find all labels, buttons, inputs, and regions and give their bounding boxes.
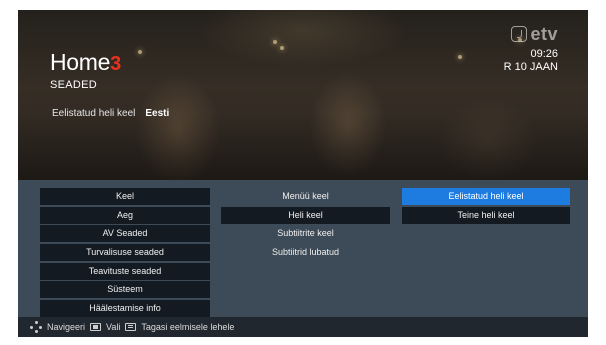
hint-navigate: Navigeeri [47, 322, 86, 332]
menu-item-heli-keel[interactable]: Heli keel [221, 206, 390, 224]
menu-item-keel[interactable]: Keel [40, 188, 210, 205]
channel-logo-icon [511, 26, 528, 42]
channel-logo-text: etv [530, 24, 558, 44]
menu-item-subtiitrid-lubatud[interactable]: Subtiitrid lubatud [221, 244, 390, 261]
menu-column-language: Menüü keel Heli keel Subtiitrite keel Su… [221, 188, 390, 263]
page-title: SEADED [50, 79, 98, 91]
brand-number: 3 [110, 53, 121, 75]
settings-menu-panel: Keel Aeg AV Seaded Turvalisuse seaded Te… [18, 180, 588, 319]
menu-item-turvalisuse-seaded[interactable]: Turvalisuse seaded [40, 244, 210, 262]
menu-item-aeg[interactable]: Aeg [40, 206, 210, 224]
menu-item-eelistatud-heli-keel[interactable]: Eelistatud heli keel [402, 188, 570, 205]
menu-item-subtiitrite-keel[interactable]: Subtiitrite keel [221, 225, 390, 242]
menu-column-categories: Keel Aeg AV Seaded Turvalisuse seaded Te… [40, 188, 210, 319]
menu-column-audio-language: Eelistatud heli keel Teine heli keel [402, 188, 570, 225]
menu-item-haalestamise-info[interactable]: Häälestamise info [40, 300, 210, 318]
clock-date: R 10 JAAN [503, 61, 558, 73]
brand-name: Home [50, 49, 111, 75]
dpad-icon [30, 321, 42, 333]
chandelier-light [273, 40, 277, 44]
current-setting: Eelistatud heli keel Eesti [52, 108, 169, 119]
menu-item-teavituste-seaded[interactable]: Teavituste seaded [40, 262, 210, 280]
menu-item-teine-heli-keel[interactable]: Teine heli keel [402, 206, 570, 224]
clock-time: 09:26 [530, 48, 558, 60]
tv-screen: Home3 SEADED etv 09:26 R 10 JAAN Eelista… [18, 10, 588, 337]
brand-title: Home3 [50, 50, 121, 76]
hint-back: Tagasi eelmisele lehele [141, 322, 235, 332]
clock: 09:26 R 10 JAAN [504, 48, 558, 74]
brand-header: Home3 SEADED [50, 50, 121, 91]
menu-item-av-seaded[interactable]: AV Seaded [40, 225, 210, 243]
current-setting-label: Eelistatud heli keel [52, 108, 136, 119]
background-video [18, 10, 588, 180]
chandelier-light [458, 55, 462, 59]
menu-item-susteem[interactable]: Süsteem [40, 281, 210, 299]
current-setting-value: Eesti [145, 108, 170, 119]
chandelier-light [138, 50, 142, 54]
footer-hint-bar: Navigeeri Vali Tagasi eelmisele lehele [18, 317, 588, 337]
ok-button-icon [90, 323, 102, 331]
chandelier-light [280, 46, 284, 50]
menu-item-menuu-keel[interactable]: Menüü keel [221, 188, 390, 205]
back-button-icon [125, 323, 137, 331]
channel-logo: etv [511, 24, 558, 44]
hint-select: Vali [106, 322, 121, 332]
